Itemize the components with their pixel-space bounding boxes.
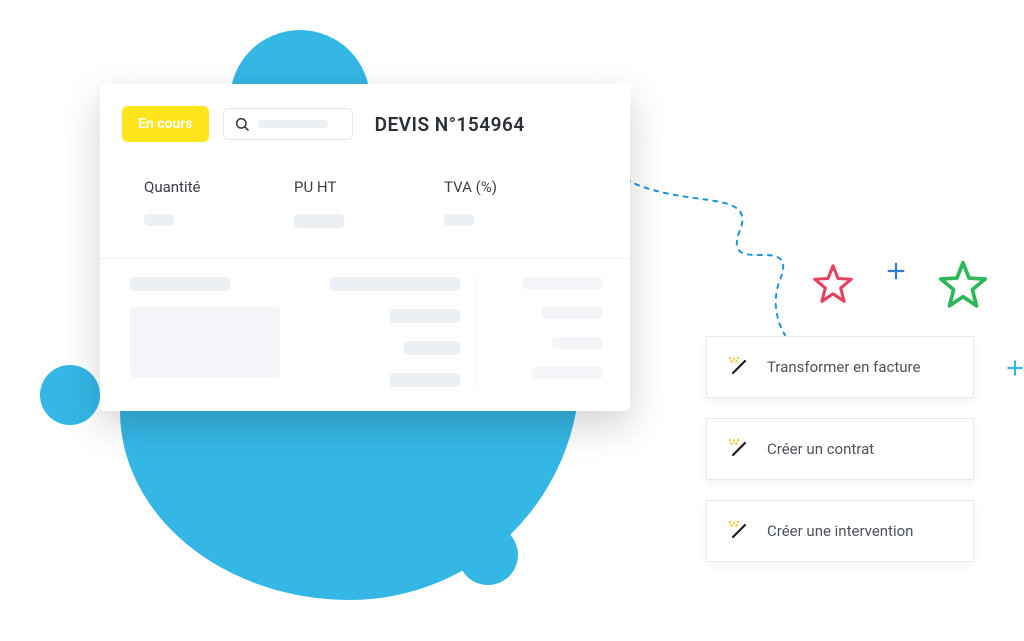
card-header: En cours DEVIS N°154964 bbox=[100, 106, 630, 160]
summary-placeholder bbox=[532, 367, 602, 379]
action-label: Transformer en facture bbox=[767, 358, 920, 376]
summary-placeholder bbox=[404, 341, 460, 355]
decorative-blob-bottom bbox=[458, 525, 518, 585]
status-badge[interactable]: En cours bbox=[122, 106, 209, 142]
quote-card: En cours DEVIS N°154964 Quantité PU HT T… bbox=[100, 84, 630, 411]
summary-block bbox=[100, 258, 630, 387]
cell-placeholder bbox=[294, 214, 344, 228]
search-icon bbox=[234, 116, 250, 132]
cell-placeholder bbox=[444, 214, 474, 226]
summary-placeholder bbox=[522, 277, 602, 289]
magic-wand-icon bbox=[727, 437, 751, 461]
summary-placeholder bbox=[542, 307, 602, 319]
table-row bbox=[100, 206, 630, 258]
action-label: Créer une intervention bbox=[767, 522, 913, 540]
decorative-blob-left bbox=[40, 365, 100, 425]
magic-wand-icon bbox=[727, 519, 751, 543]
create-contract-button[interactable]: Créer un contrat bbox=[706, 418, 974, 480]
column-header-quantity: Quantité bbox=[144, 178, 294, 196]
actions-panel: Transformer en facture Créer un contrat … bbox=[706, 336, 974, 562]
summary-placeholder bbox=[390, 309, 460, 323]
summary-placeholder bbox=[330, 277, 460, 291]
action-label: Créer un contrat bbox=[767, 440, 874, 458]
create-intervention-button[interactable]: Créer une intervention bbox=[706, 500, 974, 562]
plus-icon bbox=[885, 260, 907, 282]
search-input[interactable] bbox=[223, 108, 353, 140]
star-icon bbox=[810, 262, 856, 308]
summary-box-placeholder bbox=[130, 307, 280, 377]
column-header-unit-price: PU HT bbox=[294, 178, 444, 196]
summary-placeholder bbox=[130, 277, 230, 291]
summary-placeholder bbox=[552, 337, 602, 349]
column-header-vat: TVA (%) bbox=[444, 178, 594, 196]
document-title: DEVIS N°154964 bbox=[375, 113, 525, 136]
summary-placeholder bbox=[390, 373, 460, 387]
plus-icon bbox=[1005, 358, 1024, 378]
star-icon bbox=[935, 258, 991, 314]
magic-wand-icon bbox=[727, 355, 751, 379]
table-header-row: Quantité PU HT TVA (%) bbox=[100, 160, 630, 206]
transform-to-invoice-button[interactable]: Transformer en facture bbox=[706, 336, 974, 398]
search-placeholder bbox=[258, 120, 328, 128]
cell-placeholder bbox=[144, 214, 174, 226]
